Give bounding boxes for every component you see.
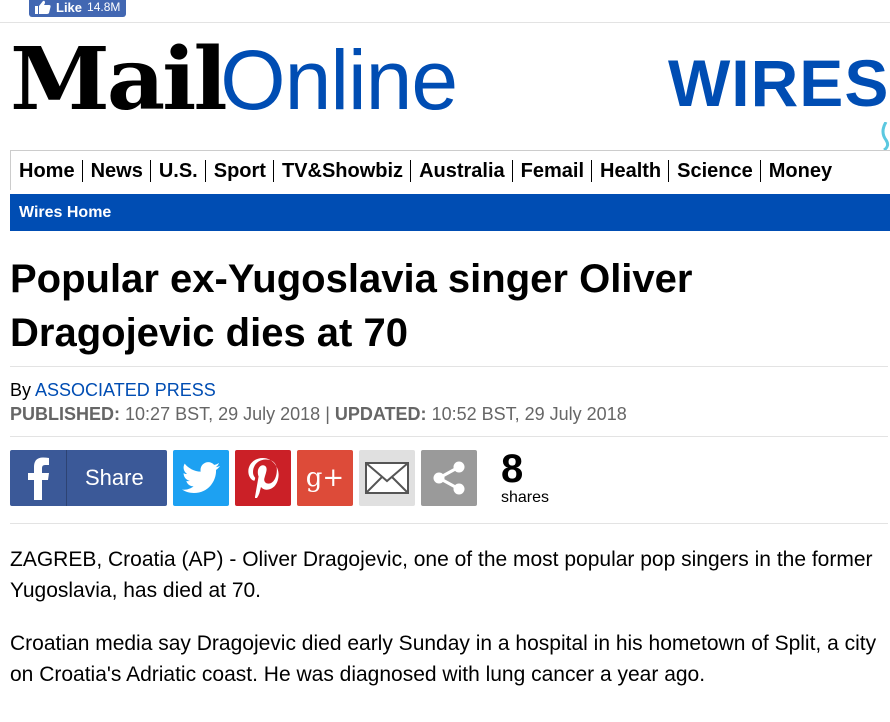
article-paragraph: ZAGREB, Croatia (AP) - Oliver Dragojevic… <box>10 548 873 602</box>
nav-item-femail[interactable]: Femail <box>513 159 593 182</box>
email-share-button[interactable] <box>359 450 415 506</box>
byline-prefix: By <box>10 380 32 400</box>
nav-item-australia[interactable]: Australia <box>411 159 513 182</box>
email-icon <box>365 462 409 494</box>
sub-nav: Wires Home <box>10 194 890 231</box>
nav-item-health[interactable]: Health <box>592 159 670 182</box>
article-headline: Popular ex-Yugoslavia singer Oliver Drag… <box>10 257 693 355</box>
divider <box>10 436 888 437</box>
twitter-share-button[interactable] <box>173 450 229 506</box>
section-banner: WIRES <box>668 46 890 120</box>
nav-item-sport[interactable]: Sport <box>206 159 274 182</box>
logo-mail: Mail <box>10 29 228 130</box>
like-label: Like <box>56 0 83 15</box>
pinterest-share-button[interactable] <box>235 450 291 506</box>
subnav-item-wires-home[interactable]: Wires Home <box>19 204 111 222</box>
date-separator: | <box>325 404 330 424</box>
published-label: PUBLISHED: <box>10 404 121 424</box>
main-nav: Home News U.S. Sport TV&Showbiz Australi… <box>10 150 890 190</box>
site-logo[interactable]: Mail Online <box>10 29 458 130</box>
more-share-button[interactable] <box>421 450 477 506</box>
nav-item-us[interactable]: U.S. <box>151 159 206 182</box>
nav-item-science[interactable]: Science <box>669 159 761 182</box>
thumbs-up-icon <box>35 0 51 14</box>
like-count: 14.8M <box>87 0 121 14</box>
twitter-icon <box>182 462 220 494</box>
published-value: 10:27 BST, 29 July 2018 <box>125 404 321 424</box>
nav-item-money[interactable]: Money <box>761 160 839 182</box>
nav-item-home[interactable]: Home <box>11 159 83 182</box>
facebook-like-button[interactable]: Like 14.8M <box>29 0 127 17</box>
article-paragraph: Croatian media say Dragojevic died early… <box>10 632 877 686</box>
nav-item-news[interactable]: News <box>83 159 151 182</box>
masthead: Mail Online WIRES <box>0 22 890 150</box>
pinterest-icon <box>248 458 279 498</box>
facebook-icon <box>10 450 67 506</box>
divider <box>10 366 888 367</box>
google-plus-share-button[interactable]: g+ <box>297 450 353 506</box>
updated-value: 10:52 BST, 29 July 2018 <box>431 404 627 424</box>
banner-decoration <box>881 122 890 150</box>
share-count-label: shares <box>501 489 550 506</box>
article-dates: PUBLISHED: 10:27 BST, 29 July 2018 | UPD… <box>10 403 627 425</box>
facebook-share-button[interactable]: Share <box>10 450 167 506</box>
share-icon <box>433 461 465 495</box>
updated-label: UPDATED: <box>334 404 427 424</box>
share-bar: Share g+ 8 shares <box>10 449 549 507</box>
top-bar: Like 14.8M <box>0 0 890 23</box>
logo-online: Online <box>220 33 458 127</box>
share-count: 8 shares <box>501 449 549 507</box>
nav-item-tvshowbiz[interactable]: TV&Showbiz <box>274 159 412 182</box>
divider <box>10 523 888 524</box>
byline: By ASSOCIATED PRESS <box>10 379 216 401</box>
facebook-share-label: Share <box>85 465 144 490</box>
share-count-number: 8 <box>501 447 524 491</box>
author-link[interactable]: ASSOCIATED PRESS <box>35 380 216 400</box>
google-plus-icon: g+ <box>305 463 345 493</box>
